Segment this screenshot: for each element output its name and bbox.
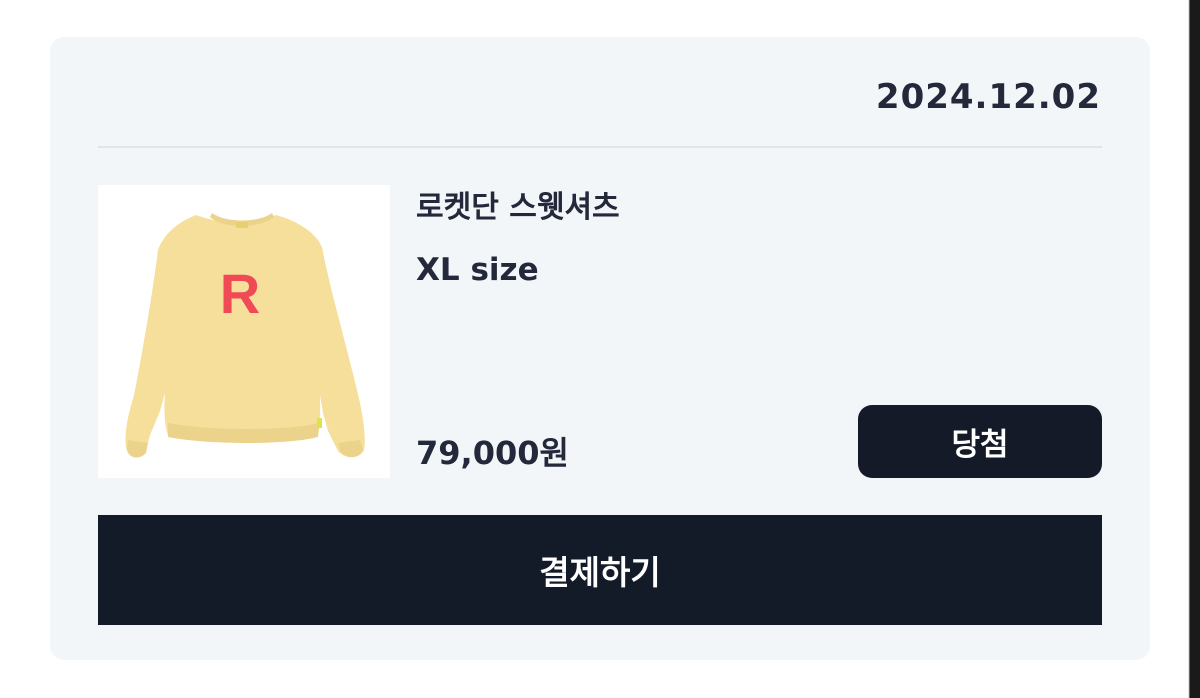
product-price: 79,000원 — [416, 434, 569, 472]
product-image[interactable]: R — [98, 185, 390, 478]
order-date: 2024.12.02 — [875, 77, 1101, 117]
letter-r-print: R — [220, 262, 260, 325]
product-name: 로켓단 스웻셔츠 — [416, 190, 620, 225]
sweatshirt-body — [125, 215, 365, 458]
product-option: XL size — [416, 252, 539, 288]
status-badge[interactable]: 당첨 — [858, 405, 1102, 478]
divider — [98, 146, 1102, 148]
order-card: 2024.12.02 R 로켓단 스웻셔츠 XL size 79,000원 당첨… — [50, 37, 1150, 660]
sweatshirt-illustration: R — [125, 213, 365, 458]
label-tag — [236, 222, 248, 228]
pay-button[interactable]: 결제하기 — [98, 515, 1102, 625]
window-edge — [1182, 0, 1200, 698]
